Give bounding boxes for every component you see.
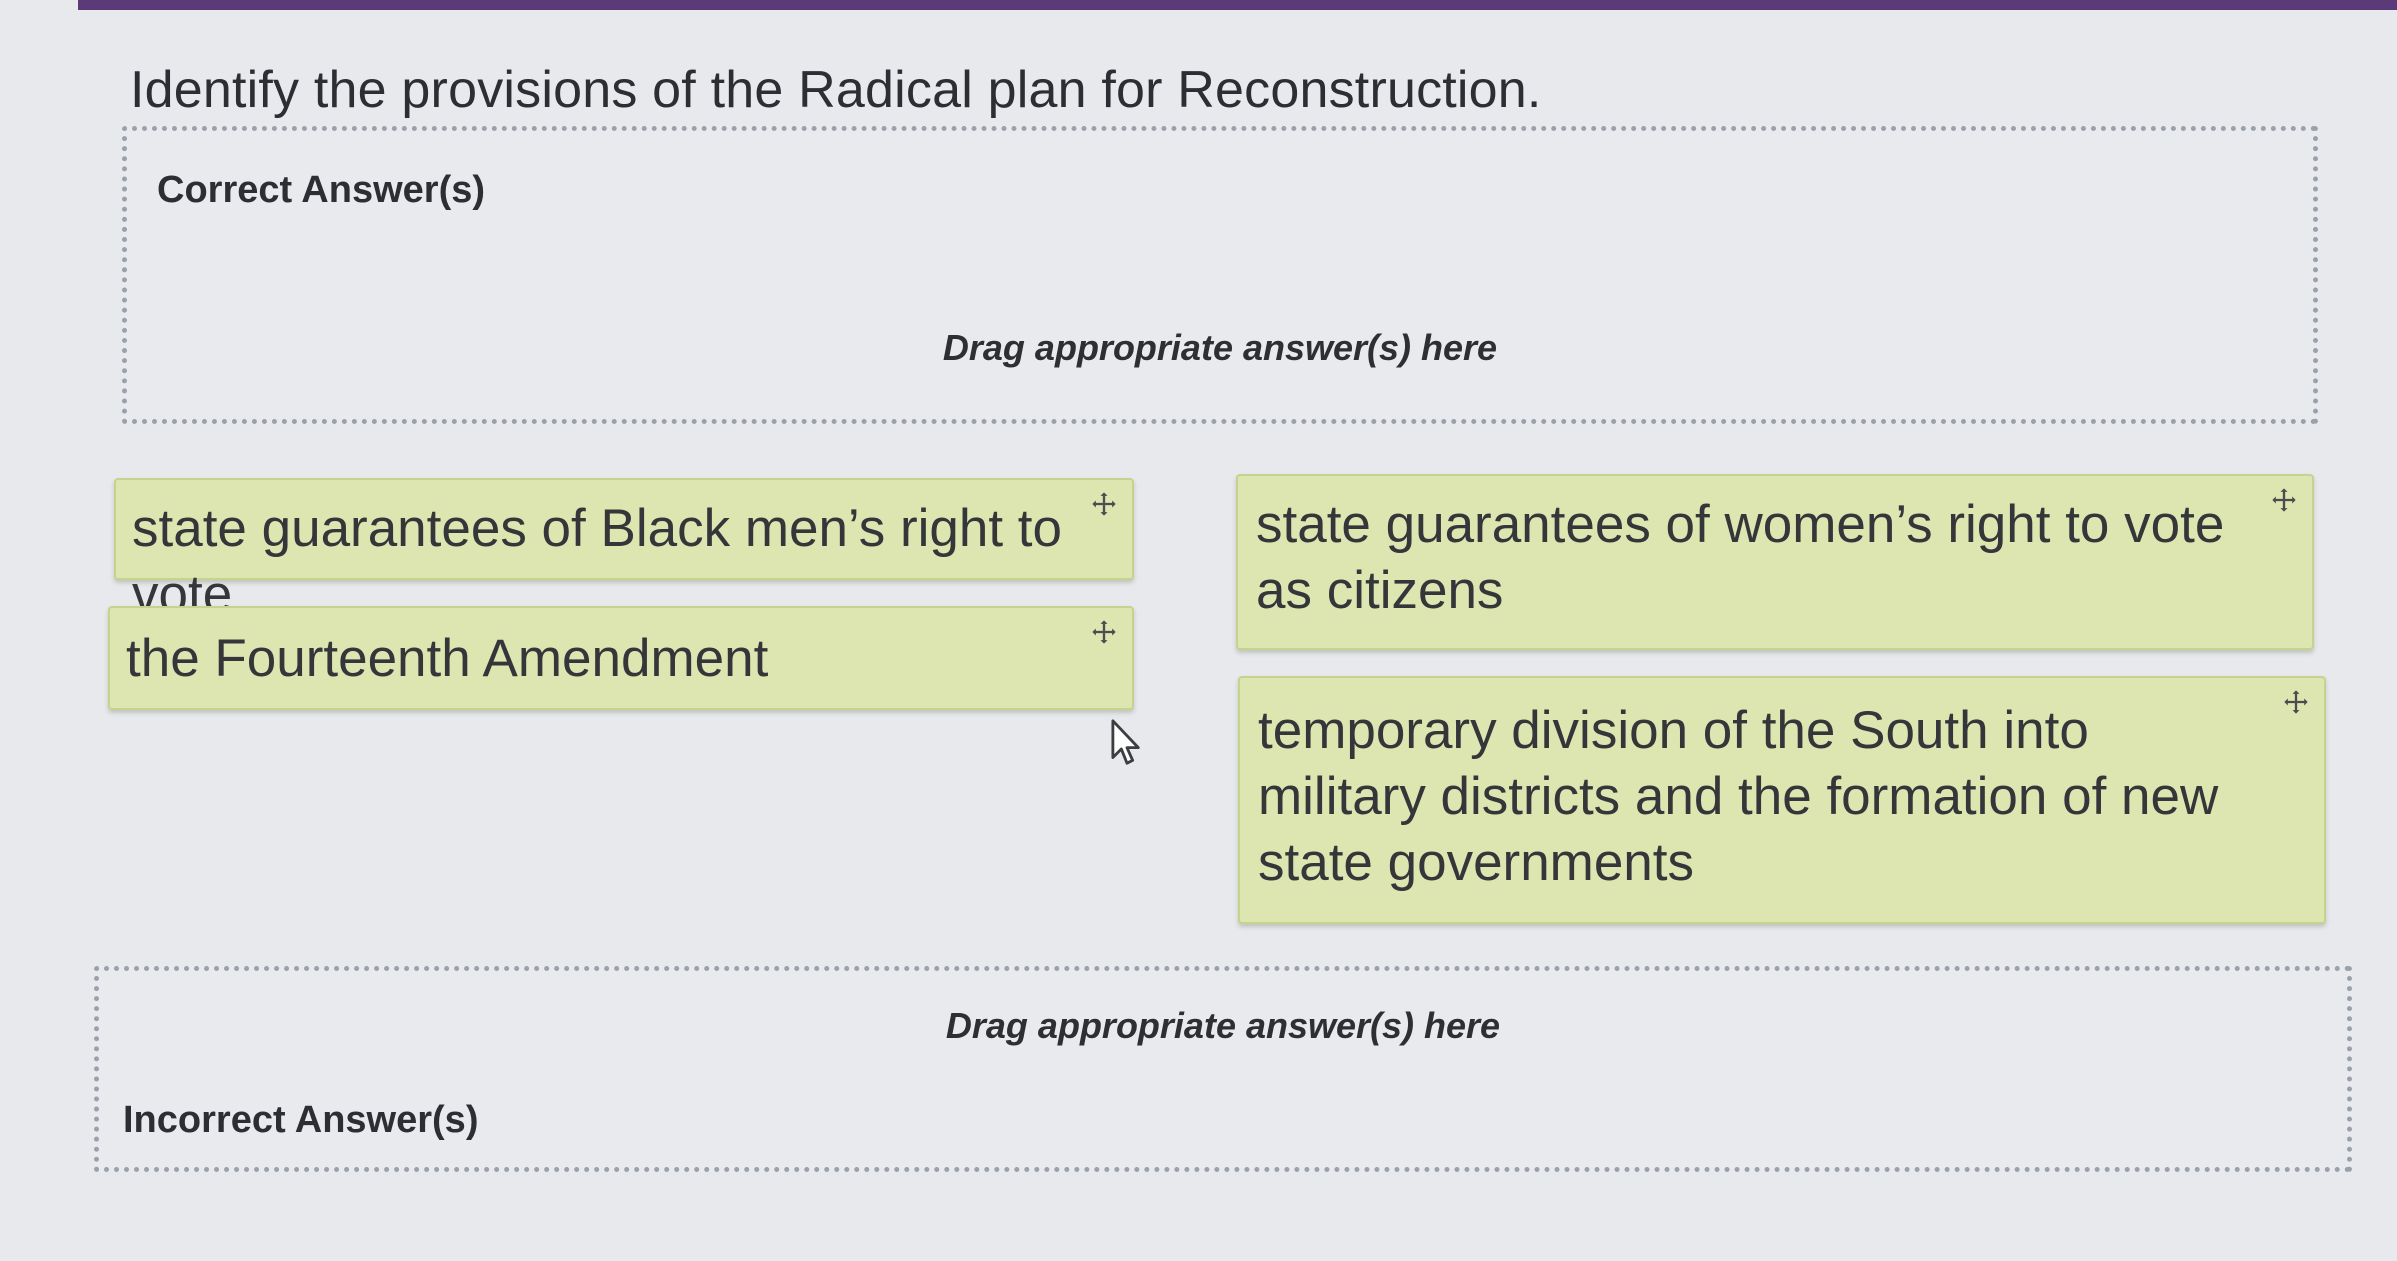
arrow-cursor-icon: [1111, 719, 1140, 765]
answer-card-womens-vote[interactable]: state guarantees of women’s right to vot…: [1236, 474, 2314, 650]
incorrect-answers-title: Incorrect Answer(s): [123, 1099, 479, 1141]
answer-card-text: temporary division of the South into mil…: [1258, 701, 2219, 892]
move-icon[interactable]: [2270, 486, 2298, 514]
question-text: Identify the provisions of the Radical p…: [130, 61, 1542, 119]
answer-card-black-mens-vote[interactable]: state guarantees of Black men’s right to…: [114, 478, 1134, 624]
correct-answers-hint: Drag appropriate answer(s) here: [942, 327, 1498, 368]
answer-card-text: the Fourteenth Amendment: [126, 629, 769, 688]
top-accent-bar: [78, 0, 2397, 10]
incorrect-answers-dropzone[interactable]: Drag appropriate answer(s) here Incorrec…: [94, 966, 2352, 1172]
answer-card-text: state guarantees of women’s right to vot…: [1256, 495, 2225, 620]
answer-card-military-districts[interactable]: temporary division of the South into mil…: [1238, 676, 2326, 924]
answer-card-fourteenth-amendment[interactable]: the Fourteenth Amendment: [108, 606, 1134, 710]
correct-answers-title: Correct Answer(s): [157, 169, 486, 211]
correct-answers-dropzone[interactable]: Correct Answer(s) Drag appropriate answe…: [122, 126, 2318, 424]
move-icon[interactable]: [1090, 490, 1118, 518]
move-icon[interactable]: [2282, 688, 2310, 716]
move-icon[interactable]: [1090, 618, 1118, 646]
incorrect-answers-hint: Drag appropriate answer(s) here: [945, 1005, 1501, 1046]
